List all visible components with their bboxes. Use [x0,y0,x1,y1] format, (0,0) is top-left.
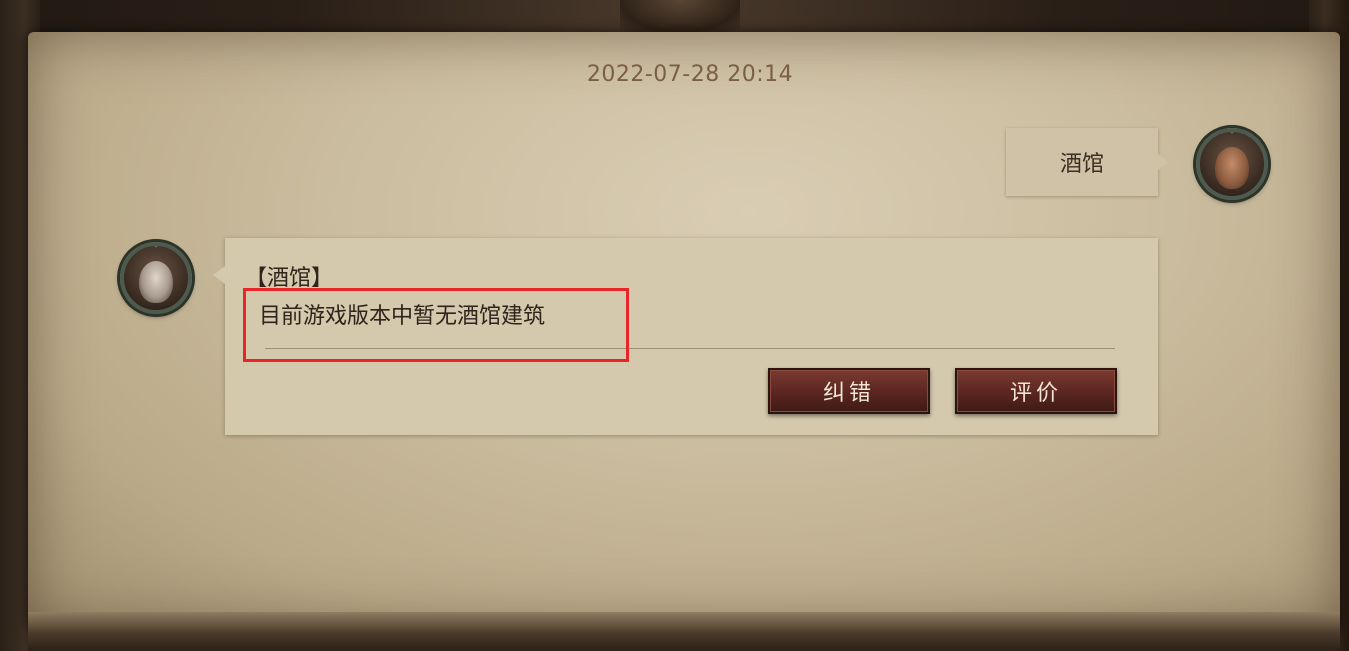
assistant-reply-bubble: 【酒馆】 目前游戏版本中暂无酒馆建筑 纠错 评价 [213,238,1158,435]
assistant-portrait [139,261,173,303]
user-message-text: 酒馆 [1059,152,1104,177]
assistant-avatar-icon[interactable] [120,242,192,314]
user-message-bubble: 酒馆 [1006,128,1168,196]
rate-button[interactable]: 评价 [955,368,1117,414]
chat-window: 2022-07-28 20:14 酒馆 【酒馆】 目前游戏版本中暂无酒馆建筑 纠… [0,0,1349,651]
correct-error-button[interactable]: 纠错 [768,368,930,414]
message-timestamp: 2022-07-28 20:14 [586,62,794,87]
top-ornament [620,0,740,32]
highlight-annotation-box [243,288,629,362]
user-portrait [1215,147,1249,189]
frame-bottom-edge [28,612,1340,651]
user-avatar-icon[interactable] [1196,128,1268,200]
